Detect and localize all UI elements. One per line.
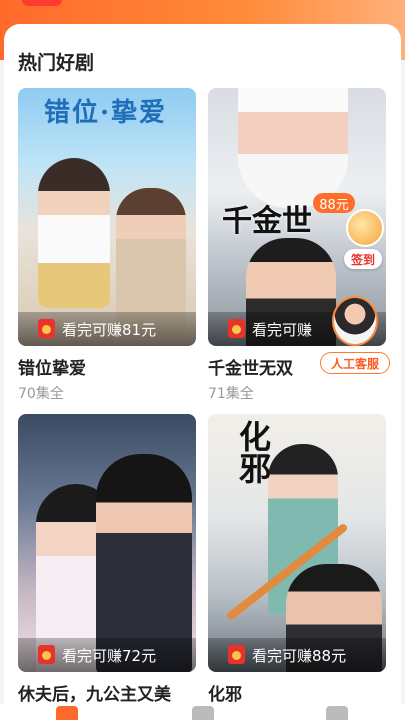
redpack-icon (38, 645, 55, 664)
sign-in-icon (346, 209, 384, 247)
earn-banner: 看完可赚72元 (18, 638, 196, 672)
drama-title: 错位挚爱 (18, 359, 86, 379)
drama-episodes: 70集全 (18, 386, 64, 402)
sign-in-widget[interactable]: 签到 (340, 205, 386, 275)
drama-title: 化邪 (208, 685, 242, 705)
drama-title: 休夫后，九公主又美 (18, 685, 171, 705)
profile-tab-icon[interactable] (326, 706, 348, 720)
section-title: 热门好剧 (18, 52, 95, 74)
poster-title-art: 千金世 (222, 204, 312, 239)
redpack-icon (228, 319, 245, 338)
earn-text: 看完可赚88元 (252, 646, 347, 665)
poster-figure-left (38, 158, 110, 308)
drama-card[interactable]: 错位·挚爱 看完可赚81元 错位挚爱 70集全 (18, 88, 196, 403)
redpack-icon (38, 319, 55, 338)
earn-text: 看完可赚72元 (62, 646, 157, 665)
earn-text: 看完可赚 (252, 320, 313, 339)
earn-banner: 看完可赚81元 (18, 312, 196, 346)
drama-card[interactable]: 看完可赚72元 休夫后，九公主又美 (18, 414, 196, 705)
poster-title-art: 化邪 (234, 420, 272, 484)
drama-poster[interactable]: 化邪 看完可赚88元 (208, 414, 386, 672)
customer-service-label: 人工客服 (320, 352, 390, 374)
drama-poster[interactable]: 错位·挚爱 看完可赚81元 (18, 88, 196, 346)
earn-text: 看完可赚81元 (62, 320, 157, 339)
earn-banner: 看完可赚88元 (208, 638, 386, 672)
customer-service-avatar (332, 296, 378, 346)
redpack-icon (228, 645, 245, 664)
drama-episodes: 71集全 (208, 386, 254, 402)
drama-card[interactable]: 化邪 看完可赚88元 化邪 (208, 414, 386, 705)
drama-poster[interactable]: 看完可赚72元 (18, 414, 196, 672)
poster-title-art: 错位·挚爱 (44, 98, 168, 128)
header-banner-tab[interactable] (22, 0, 62, 6)
customer-service-widget[interactable]: 人工客服 (320, 296, 390, 380)
home-tab-icon[interactable] (56, 706, 78, 720)
poster-figure-top (238, 88, 348, 208)
sign-in-label: 签到 (344, 249, 382, 269)
theater-tab-icon[interactable] (192, 706, 214, 720)
